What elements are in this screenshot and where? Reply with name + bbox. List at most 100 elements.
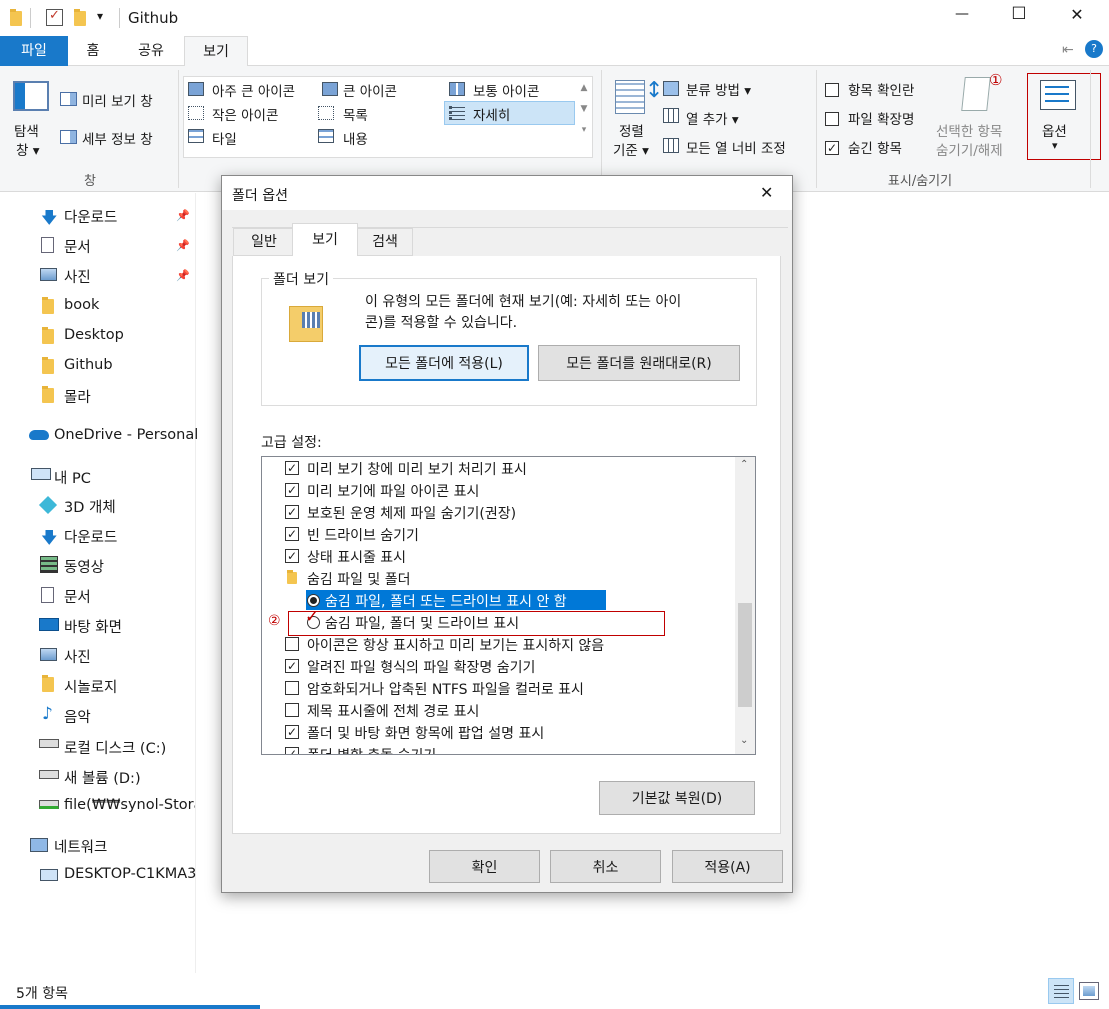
sidebar-item-documents[interactable]: 문서	[64, 236, 91, 257]
setting-checkbox[interactable]	[285, 527, 299, 541]
setting-file-icon-thumbnails: 미리 보기에 파일 아이콘 표시	[307, 484, 480, 500]
hide-selected-label-2[interactable]: 숨기기/해제	[936, 139, 1003, 159]
dialog-close-button[interactable]: ✕	[760, 183, 773, 202]
onedrive-icon	[29, 430, 49, 440]
setting-checkbox[interactable]	[285, 505, 299, 519]
sidebar-item-desktop-computer[interactable]: DESKTOP-C1KMA3	[64, 866, 196, 882]
sidebar-item-videos[interactable]: 동영상	[64, 556, 104, 577]
sidebar-item-desktop[interactable]: 바탕 화면	[64, 616, 122, 637]
preview-pane-icon	[60, 92, 77, 106]
minimize-button[interactable]: —	[940, 6, 984, 22]
drive-icon	[39, 770, 59, 779]
sidebar-item-github[interactable]: Github	[64, 357, 113, 373]
radio-dont-show-hidden[interactable]	[307, 594, 320, 607]
tab-share[interactable]: 공유	[118, 36, 184, 66]
apply-button[interactable]: 적용(A)	[672, 850, 783, 883]
large-icons-icon	[322, 82, 338, 96]
help-icon[interactable]: ?	[1085, 40, 1103, 58]
navigation-pane-label[interactable]: 탐색	[14, 120, 39, 140]
options-button[interactable]: 옵션	[1042, 120, 1067, 140]
item-checkboxes-checkbox[interactable]	[825, 83, 839, 97]
sidebar-item-pictures[interactable]: 사진	[64, 266, 91, 287]
pin-icon[interactable]: ⇤	[1062, 42, 1074, 58]
close-button[interactable]: ✕	[1055, 5, 1099, 24]
properties-icon[interactable]: ✓	[46, 8, 63, 26]
sidebar-item-downloads-pc[interactable]: 다운로드	[64, 526, 117, 547]
setting-show-status-bar: 상태 표시줄 표시	[307, 550, 407, 566]
scroll-up-icon[interactable]: ⌃	[740, 459, 748, 470]
sidebar-item-downloads[interactable]: 다운로드	[64, 206, 117, 227]
tab-home[interactable]: 홈	[68, 36, 118, 66]
options-dropdown-arrow[interactable]: ▾	[1052, 139, 1058, 152]
setting-checkbox[interactable]	[285, 703, 299, 717]
small-icons-icon	[188, 106, 204, 120]
layout-details[interactable]: 자세히	[473, 104, 510, 124]
settings-scrollbar[interactable]: ⌃ ⌄	[735, 457, 755, 754]
sidebar-item-this-pc[interactable]: 내 PC	[54, 467, 91, 488]
ok-button[interactable]: 확인	[429, 850, 540, 883]
dialog-title: 폴더 옵션	[232, 188, 288, 204]
group-by-button[interactable]: 분류 방법 ▾	[686, 79, 751, 99]
setting-hide-extensions: 알려진 파일 형식의 파일 확장명 숨기기	[307, 660, 536, 676]
cancel-button[interactable]: 취소	[550, 850, 661, 883]
file-extensions-checkbox[interactable]	[825, 112, 839, 126]
setting-checkbox[interactable]	[285, 637, 299, 651]
layout-medium-icons[interactable]: 보통 아이콘	[473, 80, 539, 100]
setting-checkbox[interactable]	[285, 461, 299, 475]
layout-large-icons[interactable]: 큰 아이콘	[343, 80, 397, 100]
add-columns-button[interactable]: 열 추가 ▾	[686, 108, 739, 128]
sidebar-item-network[interactable]: 네트워크	[54, 836, 107, 857]
sidebar-item-molla[interactable]: 몰라	[64, 386, 91, 407]
layout-extra-large-icons[interactable]: 아주 큰 아이콘	[212, 80, 295, 100]
scroll-down-icon[interactable]: ⌄	[740, 735, 748, 746]
dialog-tab-search[interactable]: 검색	[357, 228, 413, 256]
setting-checkbox[interactable]	[285, 725, 299, 739]
hide-selected-label[interactable]: 선택한 항목	[936, 120, 1002, 140]
sidebar-item-onedrive[interactable]: OneDrive - Personal	[54, 427, 198, 443]
details-view-toggle[interactable]	[1048, 978, 1074, 1004]
sidebar-item-3d-objects[interactable]: 3D 개체	[64, 496, 116, 517]
pin-icon: 📌	[176, 269, 190, 282]
layout-small-icons[interactable]: 작은 아이콘	[212, 104, 278, 124]
gallery-scroll[interactable]: ▲ ▼ ▾	[578, 78, 590, 141]
quick-access-dropdown[interactable]: ▾	[97, 9, 103, 23]
new-folder-icon[interactable]	[74, 9, 86, 26]
sidebar-item-music[interactable]: 음악	[64, 706, 91, 727]
restore-defaults-button[interactable]: 기본값 복원(D)	[599, 781, 755, 815]
sidebar-item-documents-pc[interactable]: 문서	[64, 586, 91, 607]
sidebar-item-drive-d[interactable]: 새 볼륨 (D:)	[64, 767, 141, 788]
setting-checkbox[interactable]	[285, 549, 299, 563]
details-icon	[449, 106, 465, 120]
sidebar-item-desktop-folder[interactable]: Desktop	[64, 327, 124, 343]
maximize-button[interactable]: ☐	[997, 4, 1041, 24]
setting-checkbox[interactable]	[285, 483, 299, 497]
layout-list[interactable]: 목록	[343, 104, 368, 124]
hidden-items-checkbox[interactable]	[825, 141, 839, 155]
apply-to-folders-button[interactable]: 모든 폴더에 적용(L)	[359, 345, 529, 381]
fit-columns-button[interactable]: 모든 열 너비 조정	[686, 137, 786, 157]
scrollbar-thumb[interactable]	[738, 603, 752, 707]
sort-by-dropdown[interactable]: 기준 ▾	[613, 139, 649, 159]
tab-view[interactable]: 보기	[184, 36, 248, 67]
sidebar-item-synology[interactable]: 시놀로지	[64, 676, 117, 697]
dialog-tab-general[interactable]: 일반	[233, 228, 295, 256]
sidebar-item-book[interactable]: book	[64, 297, 99, 313]
tab-file[interactable]: 파일	[0, 36, 68, 66]
layout-tiles[interactable]: 타일	[212, 128, 237, 148]
dialog-tab-view[interactable]: 보기	[292, 223, 358, 257]
details-pane-button[interactable]: 세부 정보 창	[82, 128, 153, 148]
navigation-pane-dropdown[interactable]: 창 ▾	[16, 139, 40, 159]
preview-pane-button[interactable]: 미리 보기 창	[82, 90, 153, 110]
large-icons-view-toggle[interactable]	[1079, 982, 1099, 1000]
setting-checkbox[interactable]	[285, 681, 299, 695]
setting-checkbox[interactable]	[285, 659, 299, 673]
layout-content[interactable]: 내용	[343, 128, 368, 148]
setting-checkbox[interactable]	[285, 747, 299, 754]
item-checkboxes-label: 항목 확인란	[848, 83, 915, 99]
sort-by-label[interactable]: 정렬	[619, 120, 644, 140]
sidebar-item-pictures-pc[interactable]: 사진	[64, 646, 91, 667]
sidebar-item-drive-c[interactable]: 로컬 디스크 (C:)	[64, 737, 166, 758]
reset-folders-button[interactable]: 모든 폴더를 원래대로(R)	[538, 345, 740, 381]
group-separator	[601, 70, 602, 188]
sidebar-item-network-drive[interactable]: file(₩₩synol-Storag	[64, 797, 195, 813]
